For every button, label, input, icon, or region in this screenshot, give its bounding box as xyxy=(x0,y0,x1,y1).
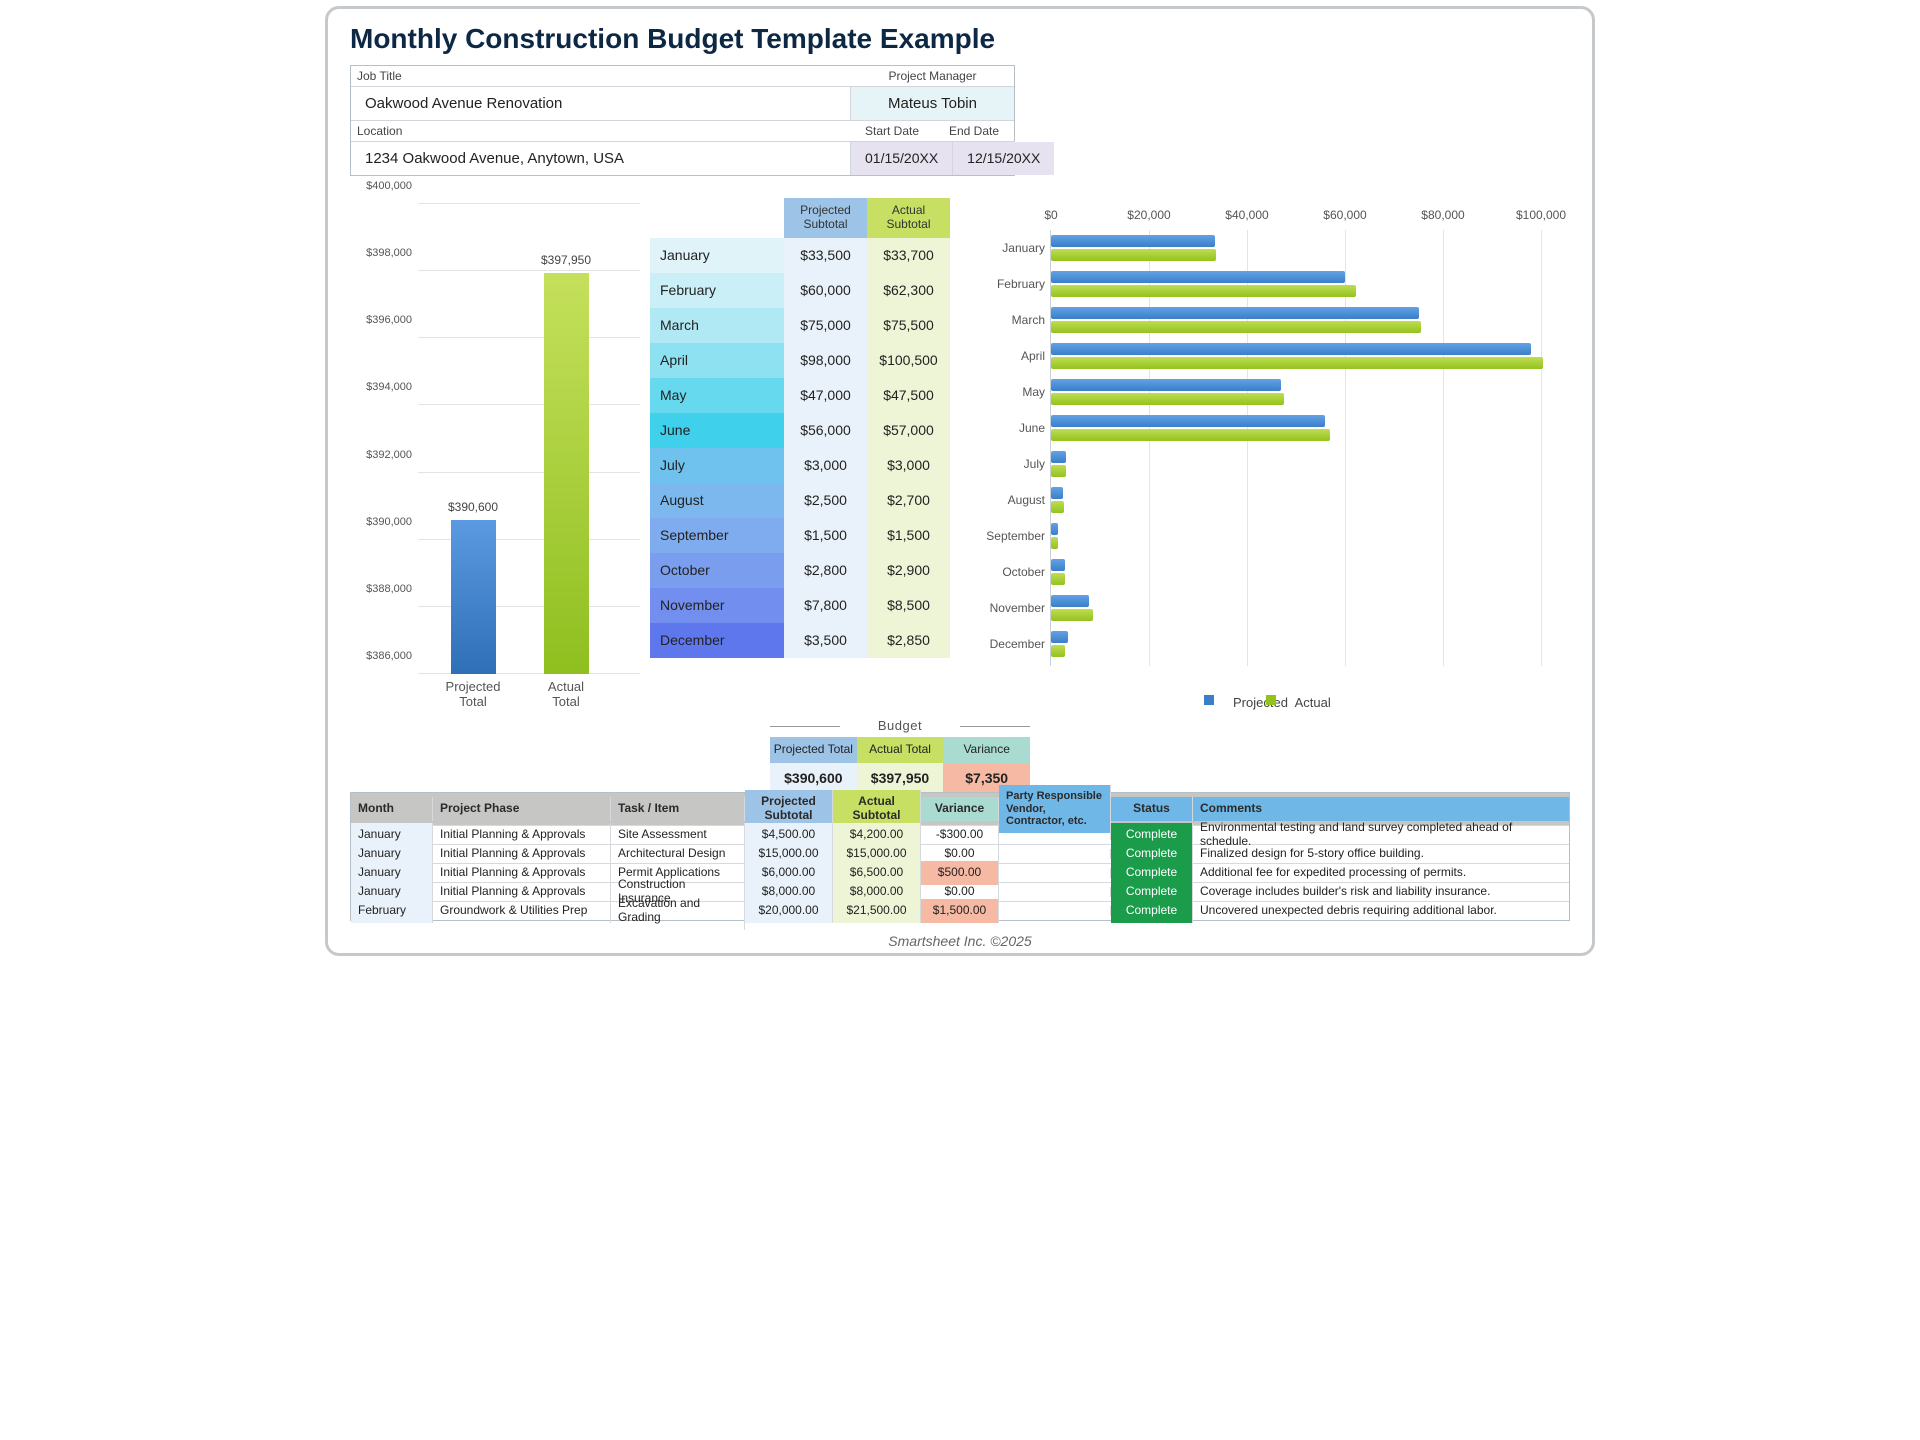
month-row: July$3,000$3,000 xyxy=(650,448,950,483)
location-label: Location xyxy=(351,121,851,142)
month-row: August$2,500$2,700 xyxy=(650,483,950,518)
job-title-value: Oakwood Avenue Renovation xyxy=(351,87,851,120)
col-party: Party Responsible Vendor, Contractor, et… xyxy=(999,785,1111,833)
footer-text: Smartsheet Inc. ©2025 xyxy=(328,933,1592,949)
pm-value: Mateus Tobin xyxy=(851,87,1014,120)
end-date-label: End Date xyxy=(933,121,1015,142)
page-title: Monthly Construction Budget Template Exa… xyxy=(350,23,1570,55)
month-row: September$1,500$1,500 xyxy=(650,518,950,553)
project-header: Job Title Project Manager Oakwood Avenue… xyxy=(350,65,1015,176)
budget-proj-value: $390,600 xyxy=(770,763,857,793)
month-row: April$98,000$100,500 xyxy=(650,343,950,378)
month-row: December$3,500$2,850 xyxy=(650,623,950,658)
budget-title: Budget xyxy=(770,718,1030,733)
start-date-value: 01/15/20XX xyxy=(851,142,953,175)
proj-subtotal-header: Projected Subtotal xyxy=(784,198,867,238)
job-title-label: Job Title xyxy=(351,66,851,87)
monthly-subtotal-table: Projected Subtotal Actual Subtotal Janua… xyxy=(650,198,950,708)
month-row: June$56,000$57,000 xyxy=(650,413,950,448)
monthly-hbar-chart: $0$20,000$40,000$60,000$80,000$100,000Ja… xyxy=(960,198,1550,708)
totals-bar-chart: $386,000$388,000$390,000$392,000$394,000… xyxy=(350,198,640,708)
col-phase: Project Phase xyxy=(433,797,611,821)
act-subtotal-header: Actual Subtotal xyxy=(867,198,950,238)
detail-table: Month Project Phase Task / Item Projecte… xyxy=(350,792,1570,921)
col-status: Status xyxy=(1111,797,1193,821)
location-value: 1234 Oakwood Avenue, Anytown, USA xyxy=(351,142,851,175)
chart-legend: Projected Actual xyxy=(1190,691,1310,706)
month-row: March$75,000$75,500 xyxy=(650,308,950,343)
month-row: November$7,800$8,500 xyxy=(650,588,950,623)
pm-label: Project Manager xyxy=(851,66,1014,87)
col-month: Month xyxy=(351,797,433,821)
budget-var-header: Variance xyxy=(943,737,1030,763)
col-variance: Variance xyxy=(921,797,999,821)
budget-act-header: Actual Total xyxy=(857,737,944,763)
detail-row: FebruaryGroundwork & Utilities PrepExcav… xyxy=(351,901,1569,920)
month-row: February$60,000$62,300 xyxy=(650,273,950,308)
month-row: May$47,000$47,500 xyxy=(650,378,950,413)
month-row: October$2,800$2,900 xyxy=(650,553,950,588)
end-date-value: 12/15/20XX xyxy=(953,142,1054,175)
budget-act-value: $397,950 xyxy=(857,763,944,793)
start-date-label: Start Date xyxy=(851,121,933,142)
budget-proj-header: Projected Total xyxy=(770,737,857,763)
month-row: January$33,500$33,700 xyxy=(650,238,950,273)
col-task: Task / Item xyxy=(611,797,745,821)
budget-totals: Budget Projected Total Actual Total Vari… xyxy=(770,718,1030,793)
